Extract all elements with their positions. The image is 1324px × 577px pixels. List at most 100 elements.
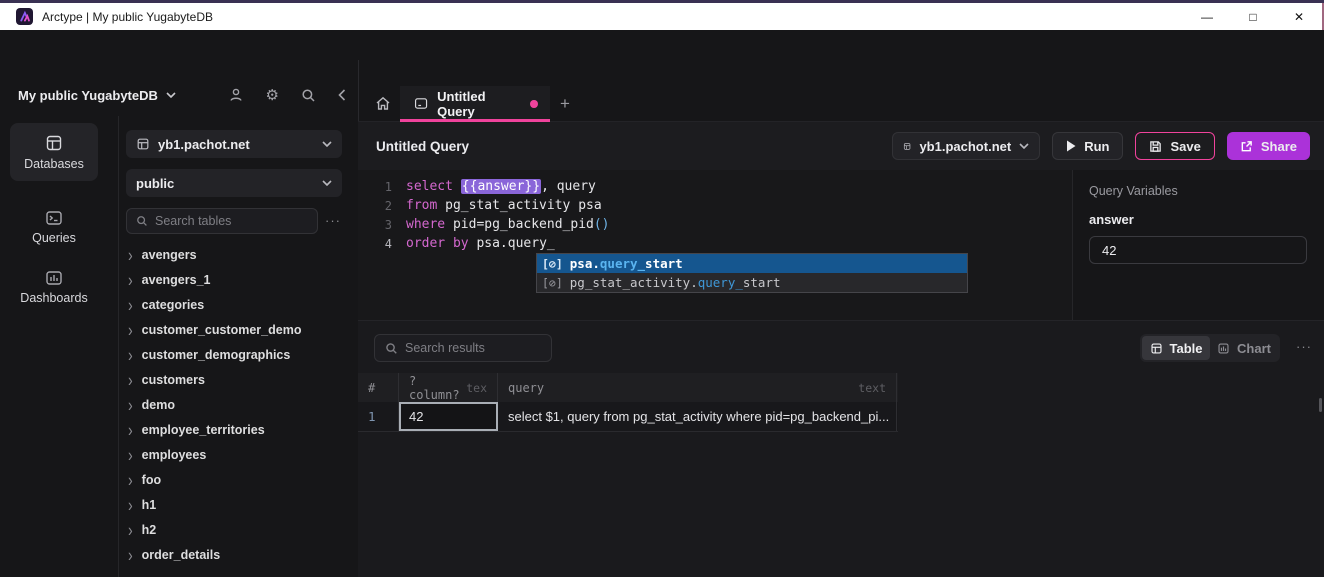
chevron-down-icon [1019,143,1029,149]
table-list-item[interactable]: ›h1 [126,492,352,517]
search-tables-box [126,208,318,234]
table-icon [1150,342,1163,355]
sidebar-item-queries[interactable]: Queries [10,200,98,254]
query-variables-title: Query Variables [1089,184,1324,198]
table-list-item[interactable]: ›employee_territories [126,417,352,442]
results-scrollbar[interactable] [1319,398,1322,412]
database-icon [903,140,911,153]
query-cell[interactable]: select $1, query from pg_stat_activity w… [498,402,897,431]
autocomplete-item[interactable]: [⊘] pg_stat_activity.query_start [537,273,967,292]
save-icon [1149,140,1162,153]
header-index[interactable]: # [358,373,399,402]
panel-divider [118,116,119,577]
results-panel: Table Chart ··· # ?column? tex query tex… [358,320,1324,577]
autocomplete-popup: [⊘] psa.query_start [⊘] pg_stat_activity… [536,253,968,293]
tables-more-button[interactable]: ··· [325,213,341,228]
unsaved-indicator-dot [530,100,538,108]
table-list-item[interactable]: ›h2 [126,517,352,542]
dashboards-icon [45,270,63,286]
connection-dropdown[interactable]: yb1.pachot.net [126,130,342,158]
query-header: Untitled Query yb1.pachot.net Run Save [358,122,1324,170]
workspace-switcher[interactable]: My public YugabyteDB [18,88,176,103]
sql-editor[interactable]: 1 select {{answer}}, query 2 from pg_sta… [358,170,1072,320]
table-list-item[interactable]: ›avengers [126,242,352,267]
chart-view-button[interactable]: Chart [1210,336,1278,360]
share-button[interactable]: Share [1227,132,1310,160]
column-icon: [⊘] [542,276,563,290]
share-icon [1240,140,1253,153]
selected-cell[interactable]: 42 [399,402,498,431]
table-row: 1 42 select $1, query from pg_stat_activ… [358,402,898,432]
table-list-item[interactable]: ›categories [126,292,352,317]
column-type: text [858,381,886,395]
sidebar-item-dashboards[interactable]: Dashboards [10,260,98,314]
schema-name: public [136,176,174,191]
header-column[interactable]: ?column? tex [399,373,498,402]
table-list-item[interactable]: ›order_details [126,542,352,567]
search-tables-input[interactable] [155,214,308,228]
home-tab-button[interactable] [366,86,400,121]
close-button[interactable]: ✕ [1276,3,1322,30]
new-tab-button[interactable]: + [550,86,580,121]
play-icon [1066,140,1076,152]
sidebar-item-label: Dashboards [20,291,87,305]
chevron-right-icon: › [128,445,133,463]
table-list-item[interactable]: ›demo [126,392,352,417]
sidebar-item-label: Queries [32,231,76,245]
run-button[interactable]: Run [1052,132,1123,160]
sidebar-item-label: Databases [24,157,84,171]
workspace-header: My public YugabyteDB ⚙ [0,74,358,116]
tab-untitled-query[interactable]: Untitled Query [400,86,550,121]
chevron-right-icon: › [128,245,133,263]
app-window: My public YugabyteDB ⚙ Databases [0,30,1324,547]
save-button[interactable]: Save [1135,132,1214,160]
chevron-right-icon: › [128,395,133,413]
chevron-right-icon: › [128,320,133,338]
search-icon[interactable] [301,88,316,103]
table-list-item[interactable]: ›customer_demographics [126,342,352,367]
settings-gear-icon[interactable]: ⚙ [266,88,279,103]
search-results-input[interactable] [405,341,541,355]
table-view-button[interactable]: Table [1142,336,1210,360]
query-title[interactable]: Untitled Query [376,139,469,154]
tab-label: Untitled Query [437,89,521,119]
schema-dropdown[interactable]: public [126,169,342,197]
table-list-item[interactable]: ›avengers_1 [126,267,352,292]
databases-icon [45,134,63,152]
queries-icon [45,210,63,226]
variable-name: answer [1089,212,1324,227]
table-list-item[interactable]: ›foo [126,467,352,492]
sidebar-item-databases[interactable]: Databases [10,123,98,181]
line-number: 3 [358,218,392,232]
arctype-logo-icon [16,8,33,25]
tab-bar: Untitled Query + [358,86,1324,122]
minimize-button[interactable]: — [1184,3,1230,30]
query-connection-dropdown[interactable]: yb1.pachot.net [892,132,1040,160]
workspace-name: My public YugabyteDB [18,88,158,103]
maximize-button[interactable]: □ [1230,3,1276,30]
table-list-item[interactable]: ›customer_customer_demo [126,317,352,342]
collapse-sidebar-icon[interactable] [338,89,346,101]
results-table: # ?column? tex query text 1 42 select $1… [358,373,898,432]
window-title: Arctype | My public YugabyteDB [42,10,213,24]
search-icon [385,342,398,355]
row-index[interactable]: 1 [358,402,399,431]
chevron-down-icon [322,141,332,147]
autocomplete-item-selected[interactable]: [⊘] psa.query_start [537,254,967,273]
code-line: 3 where pid=pg_backend_pid() [358,215,1072,234]
view-toggle: Table Chart [1140,334,1280,362]
column-icon: [⊘] [542,257,563,271]
line-number: 1 [358,180,392,194]
table-list-item[interactable]: ›customers [126,367,352,392]
account-icon[interactable] [228,87,244,103]
table-list-item[interactable]: ›employees [126,442,352,467]
line-number: 2 [358,199,392,213]
header-query[interactable]: query text [498,373,897,402]
variable-value-input[interactable] [1089,236,1307,264]
database-icon [136,137,150,151]
chevron-right-icon: › [128,545,133,563]
table-list: ›avengers ›avengers_1 ›categories ›custo… [126,242,352,567]
chevron-right-icon: › [128,295,133,313]
results-table-header: # ?column? tex query text [358,373,898,402]
results-more-button[interactable]: ··· [1296,339,1312,354]
